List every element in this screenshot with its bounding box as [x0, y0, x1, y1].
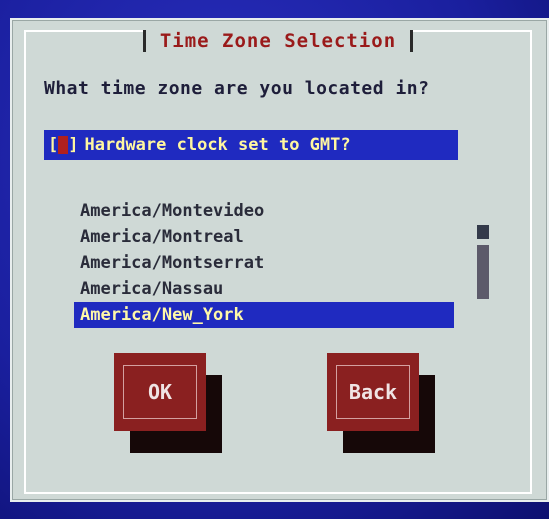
- back-button-wrapper: Back: [327, 353, 435, 453]
- console-screen: Time Zone Selection What time zone are y…: [0, 0, 549, 519]
- timezone-dialog: Time Zone Selection What time zone are y…: [10, 18, 549, 502]
- ok-button[interactable]: OK: [114, 353, 206, 431]
- ok-button-label: OK: [123, 365, 197, 419]
- list-item[interactable]: America/Montreal: [74, 224, 454, 250]
- dialog-title-bar: Time Zone Selection: [26, 30, 530, 54]
- gmt-checkbox[interactable]: []: [48, 135, 79, 155]
- list-item[interactable]: America/Nassau: [74, 276, 454, 302]
- checkbox-right-bracket: ]: [68, 135, 79, 155]
- checkbox-cursor: [58, 136, 69, 154]
- checkbox-left-bracket: [: [48, 135, 59, 155]
- back-button-label: Back: [336, 365, 410, 419]
- timezone-list[interactable]: America/Montevideo America/Montreal Amer…: [74, 198, 454, 338]
- timezone-question: What time zone are you located in?: [44, 78, 430, 99]
- gmt-checkbox-row[interactable]: [] Hardware clock set to GMT?: [44, 130, 458, 160]
- timezone-list-scrollbar[interactable]: [477, 225, 489, 299]
- list-item-selected[interactable]: America/New_York: [74, 302, 454, 328]
- dialog-title: Time Zone Selection: [142, 30, 414, 52]
- list-item[interactable]: America/Montevideo: [74, 198, 454, 224]
- back-button[interactable]: Back: [327, 353, 419, 431]
- scrollbar-track[interactable]: [477, 245, 489, 299]
- ok-button-wrapper: OK: [114, 353, 222, 453]
- scrollbar-thumb[interactable]: [477, 225, 489, 239]
- gmt-checkbox-label: Hardware clock set to GMT?: [84, 135, 351, 155]
- list-item[interactable]: America/Montserrat: [74, 250, 454, 276]
